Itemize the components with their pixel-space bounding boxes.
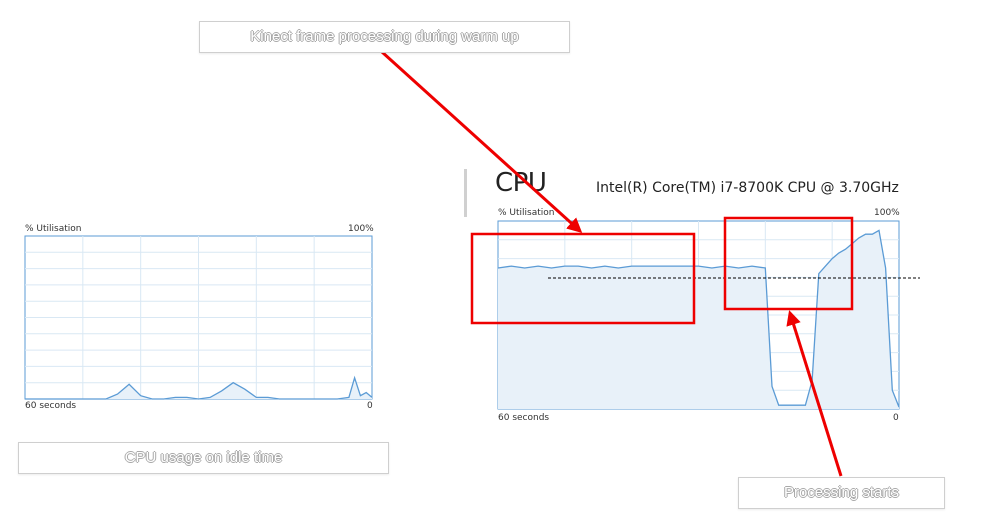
idle-cpu-graph bbox=[24, 235, 373, 400]
cpu-utilisation-graph bbox=[497, 220, 900, 410]
processing-callout: Processing starts bbox=[738, 477, 945, 509]
idle-callout: CPU usage on idle time bbox=[18, 442, 389, 474]
warmup-arrow bbox=[380, 50, 583, 234]
warmup-callout: Kinect frame processing during warm up bbox=[199, 21, 570, 53]
